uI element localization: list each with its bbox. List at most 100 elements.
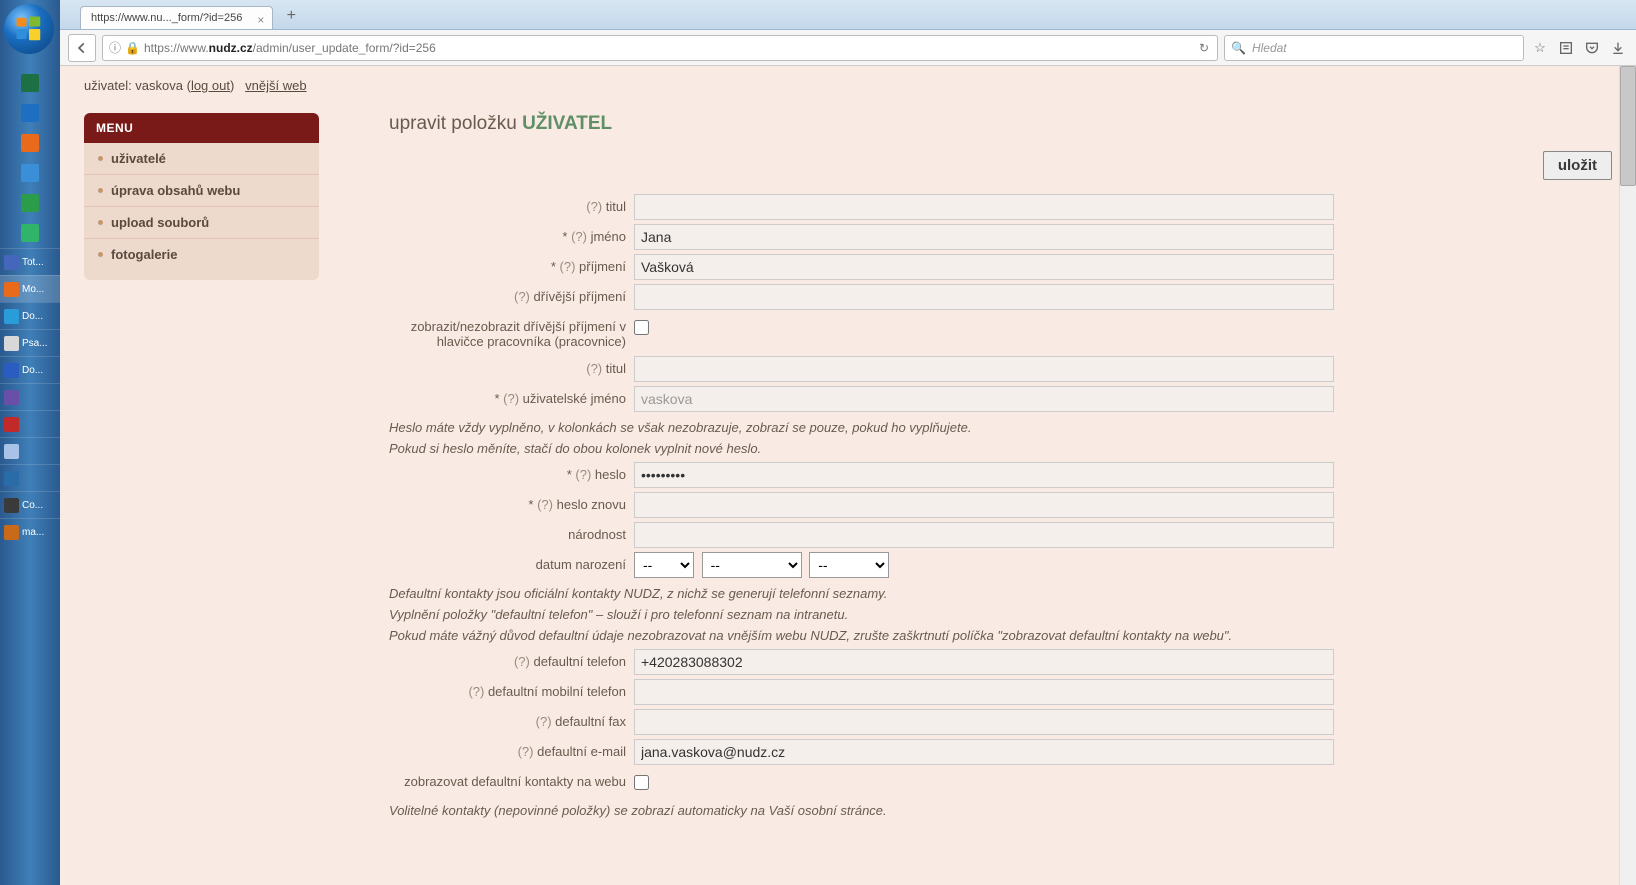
bullet-icon — [98, 188, 103, 193]
pocket-icon[interactable] — [1582, 38, 1602, 58]
search-icon: 🔍 — [1231, 41, 1246, 55]
input-heslo-znovu[interactable] — [634, 492, 1334, 518]
scrollbar-thumb[interactable] — [1620, 66, 1636, 186]
help-icon[interactable]: (?) — [503, 391, 519, 406]
taskbar-item-ma[interactable]: ma... — [0, 518, 60, 545]
back-button[interactable] — [68, 34, 96, 62]
note-heslo2: Pokud si heslo měníte, stačí do obou kol… — [389, 441, 1612, 456]
taskbar-item-psa[interactable]: Psa... — [0, 329, 60, 356]
nav-bar: ⓘ 🔒 https://www.nudz.cz/admin/user_updat… — [60, 30, 1636, 66]
taskbar-item-co[interactable]: Co... — [0, 491, 60, 518]
start-button[interactable] — [4, 4, 54, 54]
menu-item-2[interactable]: upload souborů — [84, 207, 319, 239]
note-heslo1: Heslo máte vždy vyplněno, v kolonkách se… — [389, 420, 1612, 435]
external-web-link[interactable]: vnější web — [245, 78, 306, 93]
label-datum: datum narození — [536, 557, 626, 572]
browser-tab[interactable]: https://www.nu..._form/?id=256 × — [80, 6, 273, 29]
label-zobrazit-drivejsi: zobrazit/nezobrazit dřívější příjmení v … — [411, 319, 626, 349]
help-icon[interactable]: (?) — [560, 259, 576, 274]
help-icon[interactable]: (?) — [468, 684, 484, 699]
input-uzivatelske[interactable] — [634, 386, 1334, 412]
scrollbar[interactable] — [1619, 66, 1636, 885]
label-titul2: titul — [606, 361, 626, 376]
bookmark-star-icon[interactable]: ☆ — [1530, 38, 1550, 58]
menu-item-1[interactable]: úprava obsahů webu — [84, 175, 319, 207]
label-def-mob: defaultní mobilní telefon — [488, 684, 626, 699]
search-placeholder: Hledat — [1252, 41, 1287, 55]
ie-icon[interactable] — [0, 98, 60, 128]
files-icon[interactable] — [0, 158, 60, 188]
tab-title: https://www.nu..._form/?id=256 — [91, 12, 242, 24]
bookmarks-list-icon[interactable] — [1556, 38, 1576, 58]
input-def-tel[interactable] — [634, 649, 1334, 675]
url-bar[interactable]: ⓘ 🔒 https://www.nudz.cz/admin/user_updat… — [102, 35, 1218, 61]
new-tab-button[interactable]: + — [279, 5, 303, 27]
checkbox-zobrazit-drivejsi[interactable] — [634, 320, 649, 335]
label-def-email: defaultní e-mail — [537, 744, 626, 759]
input-def-mob[interactable] — [634, 679, 1334, 705]
help-icon[interactable]: (?) — [571, 229, 587, 244]
taskbar-item-do2[interactable]: Do... — [0, 356, 60, 383]
label-zobrazovat-def: zobrazovat defaultní kontakty na webu — [404, 774, 626, 789]
label-drivejsi: dřívější příjmení — [534, 289, 626, 304]
help-icon[interactable]: (?) — [514, 654, 530, 669]
taskbar-item-mozilla[interactable]: Mo... — [0, 275, 60, 302]
label-prijmeni: příjmení — [579, 259, 626, 274]
checkbox-zobrazovat-def[interactable] — [634, 775, 649, 790]
label-def-fax: defaultní fax — [555, 714, 626, 729]
taskbar-item-pdf[interactable] — [0, 410, 60, 437]
note-def1: Defaultní kontakty jsou oficiální kontak… — [389, 586, 1612, 601]
input-titul1[interactable] — [634, 194, 1334, 220]
help-icon[interactable]: (?) — [575, 467, 591, 482]
menu-item-label: uživatelé — [111, 151, 166, 166]
menu-item-0[interactable]: uživatelé — [84, 143, 319, 175]
help-icon[interactable]: (?) — [537, 497, 553, 512]
taskbar-item-note[interactable] — [0, 437, 60, 464]
input-def-email[interactable] — [634, 739, 1334, 765]
input-jmeno[interactable] — [634, 224, 1334, 250]
menu-item-label: fotogalerie — [111, 247, 177, 262]
label-narodnost: národnost — [568, 527, 626, 542]
help-icon[interactable]: (?) — [518, 744, 534, 759]
menu-item-3[interactable]: fotogalerie — [84, 239, 319, 270]
input-drivejsi[interactable] — [634, 284, 1334, 310]
input-heslo[interactable] — [634, 462, 1334, 488]
taskbar-item-term[interactable] — [0, 464, 60, 491]
url-text: https://www.nudz.cz/admin/user_update_fo… — [144, 41, 1193, 55]
excel-icon[interactable] — [0, 68, 60, 98]
tab-strip: https://www.nu..._form/?id=256 × + — [60, 0, 1636, 30]
select-month[interactable]: -- — [702, 552, 802, 578]
help-icon[interactable]: (?) — [586, 199, 602, 214]
input-narodnost[interactable] — [634, 522, 1334, 548]
download-icon[interactable] — [1608, 38, 1628, 58]
taskbar-item-do1[interactable]: Do... — [0, 302, 60, 329]
input-def-fax[interactable] — [634, 709, 1334, 735]
save-button[interactable]: uložit — [1543, 151, 1612, 180]
sidebar-menu: MENU uživatelé úprava obsahů webuupload s… — [84, 113, 319, 280]
mail-icon[interactable] — [0, 188, 60, 218]
help-icon[interactable]: (?) — [586, 361, 602, 376]
menu-header: MENU — [84, 113, 319, 143]
select-day[interactable]: -- — [634, 552, 694, 578]
app-icon[interactable] — [0, 218, 60, 248]
tab-close-icon[interactable]: × — [257, 13, 264, 27]
taskbar-item-app2[interactable] — [0, 383, 60, 410]
page-content: uživatel: vaskova (log out) vnější web M… — [60, 66, 1636, 885]
help-icon[interactable]: (?) — [536, 714, 552, 729]
input-prijmeni[interactable] — [634, 254, 1334, 280]
logout-link[interactable]: log out — [191, 78, 230, 93]
form-content: upravit položku UŽIVATEL uložit (?) titu… — [389, 113, 1612, 824]
lock-icon: 🔒 — [125, 41, 140, 55]
media-icon[interactable] — [0, 128, 60, 158]
reload-icon[interactable]: ↻ — [1197, 41, 1211, 55]
taskbar-item-tot[interactable]: Tot... — [0, 248, 60, 275]
label-titul1: titul — [606, 199, 626, 214]
search-bar[interactable]: 🔍 Hledat — [1224, 35, 1524, 61]
browser-window: https://www.nu..._form/?id=256 × + ⓘ 🔒 h… — [60, 0, 1636, 885]
help-icon[interactable]: (?) — [514, 289, 530, 304]
bullet-icon — [98, 156, 103, 161]
select-year[interactable]: -- — [809, 552, 889, 578]
input-titul2[interactable] — [634, 356, 1334, 382]
label-heslo: heslo — [595, 467, 626, 482]
top-links: uživatel: vaskova (log out) vnější web — [84, 78, 1612, 93]
